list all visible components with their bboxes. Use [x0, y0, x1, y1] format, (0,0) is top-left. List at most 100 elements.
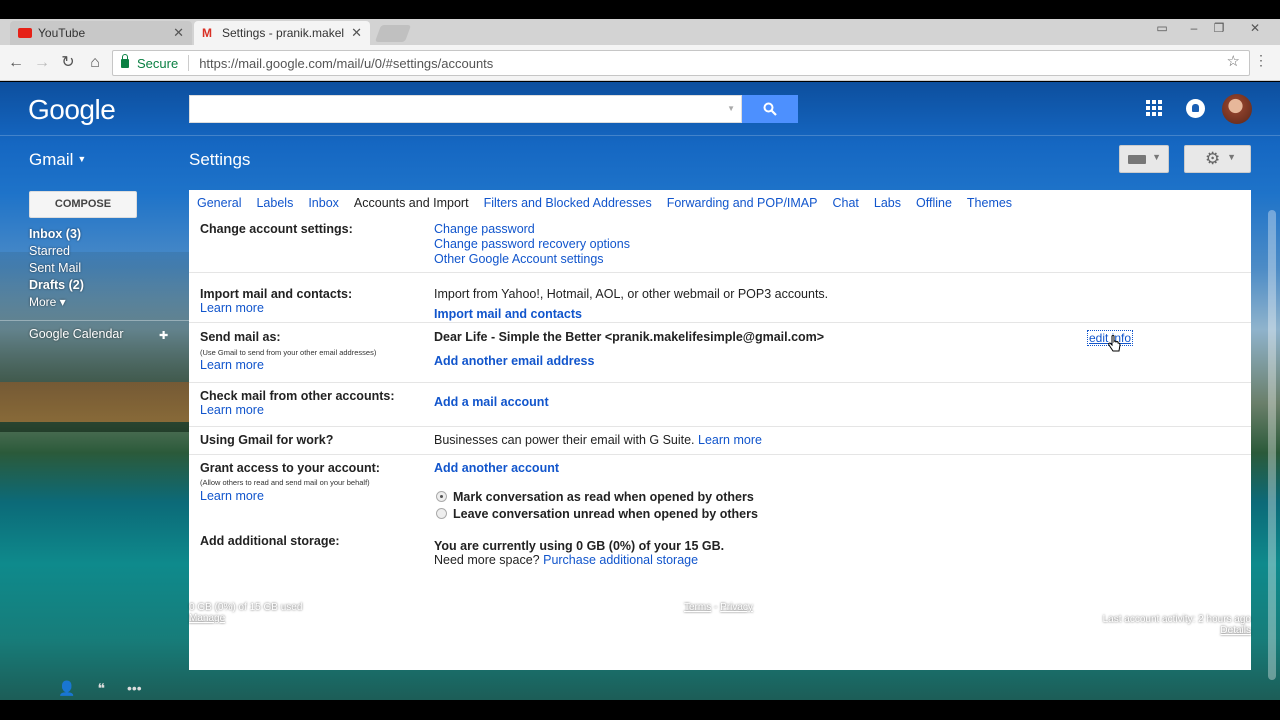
gear-icon: ⚙	[1205, 149, 1221, 168]
import-learn-more-link[interactable]: Learn more	[200, 301, 264, 315]
browser-tab-gmail[interactable]: M Settings - pranik.makelife ✕	[194, 21, 370, 45]
settings-panel: General Labels Inbox Accounts and Import…	[189, 190, 1251, 670]
tab-labs[interactable]: Labs	[874, 196, 901, 210]
restore-icon[interactable]: ❐	[1208, 20, 1230, 36]
page-scrollbar[interactable]	[1268, 210, 1276, 680]
browser-menu-icon[interactable]: ⋮	[1254, 52, 1268, 69]
grant-learn-more-link[interactable]: Learn more	[200, 489, 264, 503]
activity-footer: Last account activity: 2 hours ago Detai…	[1103, 614, 1251, 636]
grant-sublabel: (Allow others to read and send mail on y…	[200, 478, 370, 487]
other-account-settings-link[interactable]: Other Google Account settings	[434, 252, 630, 266]
radio-unselected-icon[interactable]	[436, 508, 447, 519]
chevron-down-icon: ▼	[77, 154, 87, 164]
privacy-link[interactable]: Privacy	[720, 602, 753, 613]
hand-cursor-icon	[1108, 335, 1121, 352]
change-password-link[interactable]: Change password	[434, 222, 630, 236]
add-another-account-button[interactable]: Add another account	[434, 461, 559, 475]
youtube-icon	[18, 28, 32, 38]
import-label: Import mail and contacts:	[200, 287, 353, 301]
purchase-storage-link[interactable]: Purchase additional storage	[543, 553, 698, 567]
tab-filters[interactable]: Filters and Blocked Addresses	[484, 196, 652, 210]
hangouts-icon[interactable]: ❝	[97, 680, 105, 697]
sidebar-item-google-calendar[interactable]: Google Calendar	[29, 327, 124, 341]
tab-themes[interactable]: Themes	[967, 196, 1012, 210]
mark-read-label: Mark conversation as read when opened by…	[453, 490, 754, 504]
work-learn-more-link[interactable]: Learn more	[698, 433, 762, 447]
add-icon[interactable]: ✚	[159, 329, 168, 342]
sidebar-item-sent[interactable]: Sent Mail	[29, 260, 84, 277]
url-text: https://mail.google.com/mail/u/0/#settin…	[199, 55, 494, 71]
storage-usage: You are currently using 0 GB (0%) of you…	[434, 539, 725, 553]
chevron-down-icon: ▼	[1152, 152, 1161, 162]
footer-separator: -	[714, 602, 718, 613]
search-input[interactable]: ▼	[189, 95, 742, 123]
tab-accounts-and-import[interactable]: Accounts and Import	[354, 196, 469, 210]
input-tools-button[interactable]: ▼	[1119, 145, 1169, 173]
tab-general[interactable]: General	[197, 196, 241, 210]
change-account-row: Change account settings: Change password…	[189, 216, 1251, 272]
minimize-icon[interactable]: –	[1183, 20, 1205, 36]
more-options-icon[interactable]: •••	[127, 680, 142, 697]
gmail-app: Google ▼ Gmail ▼ Settings ▼ ⚙ ▼ COMPOSE I…	[0, 82, 1280, 700]
change-recovery-link[interactable]: Change password recovery options	[434, 237, 630, 251]
url-field[interactable]: Secure https://mail.google.com/mail/u/0/…	[112, 50, 1250, 76]
screen-bottom-bar	[0, 700, 1280, 720]
apps-grid-icon[interactable]	[1146, 100, 1162, 116]
gmail-for-work-row: Using Gmail for work? Businesses can pow…	[189, 426, 1251, 454]
search-icon	[763, 102, 777, 116]
import-row: Import mail and contacts: Learn more Imp…	[189, 272, 1251, 322]
manage-link[interactable]: Manage	[189, 613, 302, 624]
lock-icon	[121, 53, 129, 68]
search-button[interactable]	[742, 95, 798, 123]
radio-selected-icon[interactable]	[436, 491, 447, 502]
close-window-icon[interactable]: ✕	[1244, 20, 1266, 36]
sidebar-item-drafts[interactable]: Drafts (2)	[29, 277, 84, 294]
reload-icon[interactable]: ↻	[58, 53, 78, 73]
close-tab-icon[interactable]: ✕	[173, 25, 184, 41]
send-as-row: Send mail as: (Use Gmail to send from yo…	[189, 322, 1251, 382]
background-shore	[0, 382, 190, 422]
terms-link[interactable]: Terms	[684, 602, 711, 613]
work-text: Businesses can power their email with G …	[434, 433, 695, 447]
settings-gear-button[interactable]: ⚙ ▼	[1184, 145, 1251, 173]
leave-unread-option[interactable]: Leave conversation unread when opened by…	[436, 507, 758, 521]
profile-icon[interactable]: ▭	[1151, 20, 1173, 36]
new-tab-button[interactable]	[374, 25, 412, 42]
back-icon[interactable]: ←	[6, 53, 26, 73]
tab-forwarding[interactable]: Forwarding and POP/IMAP	[667, 196, 818, 210]
import-mail-button[interactable]: Import mail and contacts	[434, 307, 582, 321]
details-link[interactable]: Details	[1103, 625, 1251, 636]
change-account-label: Change account settings:	[200, 222, 353, 236]
sidebar-nav: Inbox (3) Starred Sent Mail Drafts (2) M…	[29, 226, 84, 311]
bookmark-star-icon[interactable]: ☆	[1227, 52, 1240, 70]
avatar[interactable]	[1222, 94, 1252, 124]
send-as-learn-more-link[interactable]: Learn more	[200, 358, 264, 372]
sidebar-item-starred[interactable]: Starred	[29, 243, 84, 260]
sidebar-item-inbox[interactable]: Inbox (3)	[29, 226, 84, 243]
add-email-address-button[interactable]: Add another email address	[434, 354, 594, 368]
person-icon[interactable]: 👤	[58, 680, 75, 697]
gmail-menu[interactable]: Gmail ▼	[29, 150, 86, 170]
sidebar-item-more[interactable]: More ▾	[29, 294, 84, 311]
chevron-down-icon: ▼	[1227, 152, 1236, 162]
add-mail-account-button[interactable]: Add a mail account	[434, 395, 549, 409]
tab-chat[interactable]: Chat	[832, 196, 858, 210]
grant-label: Grant access to your account:	[200, 461, 380, 475]
forward-icon[interactable]: →	[32, 53, 52, 73]
google-logo[interactable]: Google	[28, 94, 116, 126]
tab-labels[interactable]: Labels	[256, 196, 293, 210]
hangouts-bar: 👤 ❝ •••	[58, 680, 142, 697]
browser-tab-strip: YouTube ✕ M Settings - pranik.makelife ✕	[0, 19, 1280, 45]
check-mail-learn-more-link[interactable]: Learn more	[200, 403, 264, 417]
tab-inbox[interactable]: Inbox	[308, 196, 339, 210]
work-label: Using Gmail for work?	[200, 433, 334, 447]
close-tab-icon[interactable]: ✕	[351, 25, 362, 41]
mark-read-option[interactable]: Mark conversation as read when opened by…	[436, 490, 754, 504]
bell-icon[interactable]	[1186, 99, 1205, 118]
search-options-icon[interactable]: ▼	[727, 104, 735, 113]
browser-tab-youtube[interactable]: YouTube ✕	[10, 21, 192, 45]
compose-button[interactable]: COMPOSE	[29, 191, 137, 218]
tab-offline[interactable]: Offline	[916, 196, 952, 210]
gmail-icon: M	[202, 26, 212, 40]
home-icon[interactable]: ⌂	[85, 53, 105, 73]
